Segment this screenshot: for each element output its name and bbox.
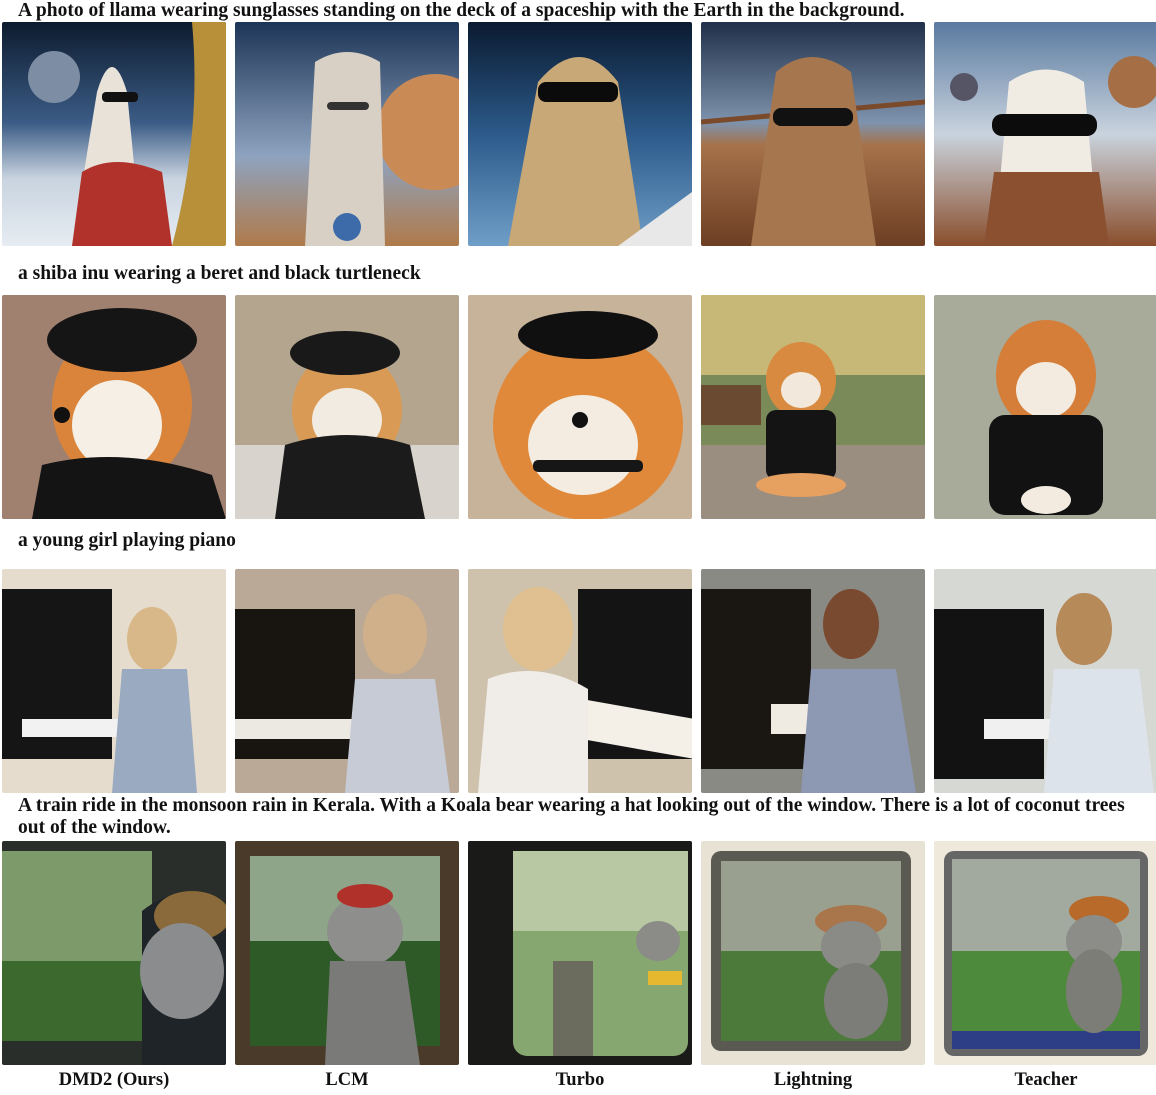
image-llama-turbo: [468, 22, 692, 246]
method-label-lightning: Lightning: [773, 1070, 853, 1090]
image-shiba-lcm: [235, 295, 459, 519]
image-koala-turbo: [468, 841, 692, 1065]
image-piano-lightning: [701, 569, 925, 793]
image-shiba-lightning: [701, 295, 925, 519]
method-label-lcm: LCM: [325, 1070, 369, 1090]
image-shiba-teacher: [934, 295, 1156, 519]
image-shiba-turbo: [468, 295, 692, 519]
image-llama-teacher: [934, 22, 1156, 246]
image-koala-dmd2: [2, 841, 226, 1065]
prompt-shiba: a shiba inu wearing a beret and black tu…: [18, 263, 421, 284]
image-llama-lcm: [235, 22, 459, 246]
image-piano-teacher: [934, 569, 1156, 793]
prompt-koala: A train ride in the monsoon rain in Kera…: [18, 795, 1125, 838]
image-piano-teacher-free: [468, 569, 692, 793]
method-label-turbo: Turbo: [555, 1070, 605, 1090]
image-shiba-dmd2: [2, 295, 226, 519]
image-koala-lightning: [701, 841, 925, 1065]
image-piano-dmd2: [2, 569, 226, 793]
image-koala-teacher: [934, 841, 1156, 1065]
image-koala-lcm: [235, 841, 459, 1065]
method-label-dmd2: DMD2 (Ours): [58, 1070, 170, 1090]
image-llama-dmd2: [2, 22, 226, 246]
prompt-piano: a young girl playing piano: [18, 530, 236, 551]
image-llama-lightning: [701, 22, 925, 246]
prompt-llama: A photo of llama wearing sunglasses stan…: [18, 0, 905, 21]
method-label-teacher: Teacher: [1014, 1070, 1078, 1090]
image-piano-lcm: [235, 569, 459, 793]
